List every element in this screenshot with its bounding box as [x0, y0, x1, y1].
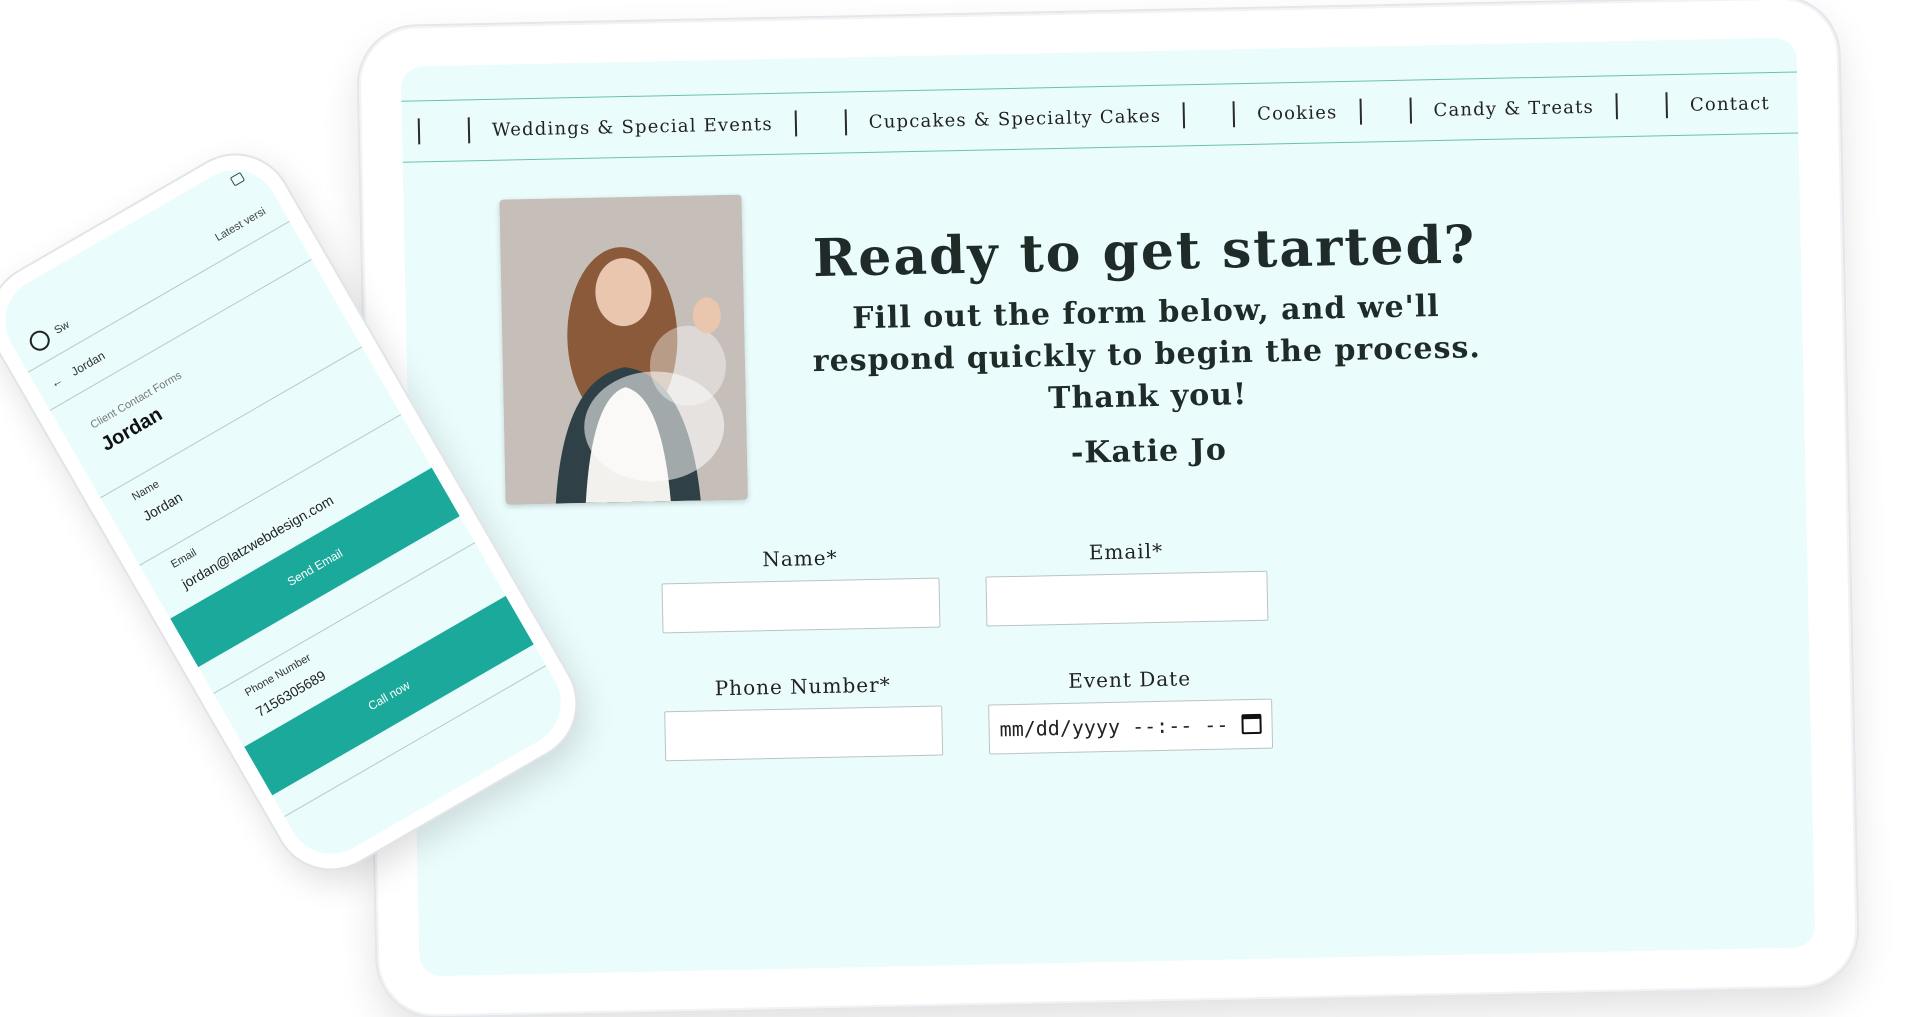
- nav-divider: [1232, 101, 1236, 128]
- nav-divider: [844, 109, 848, 136]
- event-date-field-group: Event Date mm/dd/yyyy --:-- --: [987, 665, 1274, 755]
- baker-portrait-illustration: [499, 194, 748, 505]
- phone-field-group: Phone Number*: [663, 672, 944, 762]
- email-input[interactable]: [985, 570, 1269, 627]
- tablet-device: Weddings & Special Events Cupcakes & Spe…: [357, 0, 1859, 1017]
- phone-input[interactable]: [664, 705, 944, 762]
- phone-label: Phone Number*: [714, 672, 891, 701]
- nav-item-cupcakes[interactable]: Cupcakes & Specialty Cakes: [851, 105, 1180, 133]
- phone-brand: Sw: [52, 318, 72, 337]
- chat-icon[interactable]: [229, 171, 246, 187]
- nav-divider: [1665, 92, 1669, 119]
- name-label: Name*: [762, 545, 838, 572]
- nav-item-candy[interactable]: Candy & Treats: [1415, 96, 1612, 121]
- hero-text: Ready to get started? Fill out the form …: [794, 214, 1499, 477]
- tablet-screen: Weddings & Special Events Cupcakes & Spe…: [400, 37, 1816, 977]
- name-input[interactable]: [661, 577, 941, 634]
- calendar-icon[interactable]: [1241, 713, 1262, 735]
- email-label: Email*: [1088, 538, 1164, 565]
- nav-divider: [467, 117, 471, 144]
- main-navigation: Weddings & Special Events Cupcakes & Spe…: [401, 71, 1799, 163]
- signature: -Katie Jo: [1070, 432, 1228, 471]
- nav-divider: [417, 118, 421, 145]
- back-title: Jordan: [68, 347, 108, 379]
- nav-divider: [1615, 93, 1619, 120]
- event-date-label: Event Date: [1067, 666, 1192, 693]
- page-title: Ready to get started?: [812, 214, 1477, 290]
- event-date-placeholder: mm/dd/yyyy --:-- --: [999, 712, 1229, 742]
- event-date-input[interactable]: mm/dd/yyyy --:-- --: [988, 698, 1274, 755]
- baker-portrait-photo: [499, 194, 748, 505]
- logo-icon: [25, 326, 54, 354]
- nav-divider: [794, 110, 798, 137]
- nav-divider: [1409, 97, 1412, 124]
- nav-item-contact[interactable]: Contact: [1672, 92, 1788, 116]
- name-field-group: Name*: [661, 544, 941, 634]
- nav-divider: [1359, 98, 1362, 125]
- back-arrow-icon[interactable]: ←: [48, 372, 65, 390]
- nav-item-cookies[interactable]: Cookies: [1239, 101, 1356, 125]
- email-field-group: Email*: [985, 537, 1269, 627]
- nav-item-weddings[interactable]: Weddings & Special Events: [474, 113, 791, 141]
- nav-divider: [1182, 102, 1186, 129]
